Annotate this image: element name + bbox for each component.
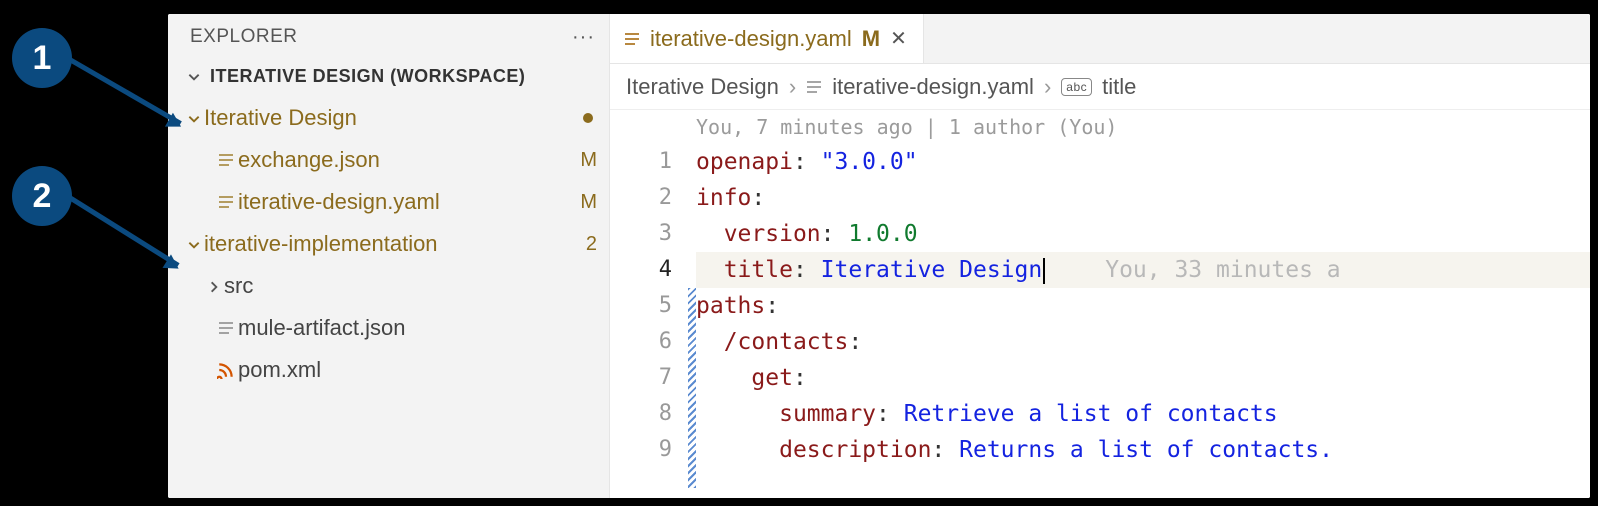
chevron-down-icon bbox=[184, 66, 204, 87]
code-line[interactable]: version: 1.0.0 bbox=[696, 216, 1590, 252]
code-line[interactable]: summary: Retrieve a list of contacts bbox=[696, 396, 1590, 432]
file-tree: Iterative Design exchange.json M iterati… bbox=[168, 93, 609, 391]
close-icon[interactable]: ✕ bbox=[890, 26, 907, 51]
code-line[interactable]: info: bbox=[696, 180, 1590, 216]
line-number: 6 bbox=[610, 324, 672, 360]
workspace-header[interactable]: ITERATIVE DESIGN (WORKSPACE) bbox=[168, 60, 609, 93]
tab-bar: iterative-design.yaml M ✕ bbox=[610, 14, 1590, 64]
breadcrumb-file[interactable]: iterative-design.yaml bbox=[832, 74, 1034, 100]
modified-marker: M bbox=[573, 191, 597, 214]
callout-badge-1: 1 bbox=[12, 28, 72, 88]
more-icon[interactable]: ··· bbox=[572, 26, 595, 49]
callout-arrow-2 bbox=[67, 194, 180, 267]
breadcrumb[interactable]: Iterative Design › iterative-design.yaml… bbox=[610, 64, 1590, 110]
line-gutter: 1 2 3 4 5 6 7 8 9 bbox=[610, 110, 688, 498]
tab-modified-marker: M bbox=[862, 26, 880, 52]
chevron-right-icon: › bbox=[789, 74, 796, 100]
file-label: iterative-design.yaml bbox=[238, 189, 573, 215]
folder-label: src bbox=[224, 273, 597, 299]
line-number: 8 bbox=[610, 396, 672, 432]
tab-iterative-design-yaml[interactable]: iterative-design.yaml M ✕ bbox=[610, 14, 924, 63]
chevron-down-icon bbox=[184, 231, 204, 257]
folder-label: Iterative Design bbox=[204, 105, 583, 131]
rss-icon bbox=[214, 361, 238, 379]
file-iterative-design-yaml[interactable]: iterative-design.yaml M bbox=[168, 181, 609, 223]
file-mule-artifact-json[interactable]: mule-artifact.json bbox=[168, 307, 609, 349]
breadcrumb-symbol[interactable]: title bbox=[1102, 74, 1136, 100]
tab-filename: iterative-design.yaml bbox=[650, 26, 852, 52]
file-label: mule-artifact.json bbox=[238, 315, 597, 341]
folder-iterative-design[interactable]: Iterative Design bbox=[168, 97, 609, 139]
code-line[interactable]: title: Iterative DesignYou, 33 minutes a bbox=[696, 252, 1590, 288]
folder-src[interactable]: src bbox=[168, 265, 609, 307]
app-frame: EXPLORER ··· ITERATIVE DESIGN (WORKSPACE… bbox=[168, 14, 1590, 498]
modified-marker: M bbox=[573, 149, 597, 172]
line-number: 9 bbox=[610, 432, 672, 468]
diff-gutter bbox=[688, 110, 696, 498]
line-number: 5 bbox=[610, 288, 672, 324]
lines-file-icon bbox=[624, 26, 640, 52]
file-label: pom.xml bbox=[238, 357, 597, 383]
line-number: 2 bbox=[610, 180, 672, 216]
chevron-down-icon bbox=[184, 105, 204, 131]
line-number: 7 bbox=[610, 360, 672, 396]
code-line[interactable]: get: bbox=[696, 360, 1590, 396]
editor-pane: iterative-design.yaml M ✕ Iterative Desi… bbox=[610, 14, 1590, 498]
inline-blame: You, 33 minutes a bbox=[1045, 257, 1340, 283]
chevron-right-icon: › bbox=[1044, 74, 1051, 100]
code-line[interactable]: openapi: "3.0.0" bbox=[696, 144, 1590, 180]
explorer-title: EXPLORER bbox=[190, 26, 297, 48]
lines-file-icon bbox=[806, 74, 822, 100]
change-count-marker: 2 bbox=[573, 233, 597, 256]
lines-file-icon bbox=[214, 321, 238, 335]
file-exchange-json[interactable]: exchange.json M bbox=[168, 139, 609, 181]
lines-file-icon bbox=[214, 195, 238, 209]
symbol-kind-icon: abc bbox=[1061, 78, 1092, 96]
callout-arrow-1 bbox=[67, 56, 182, 125]
file-label: exchange.json bbox=[238, 147, 573, 173]
modified-dot-icon bbox=[583, 113, 593, 123]
folder-iterative-implementation[interactable]: iterative-implementation 2 bbox=[168, 223, 609, 265]
workspace-label: ITERATIVE DESIGN (WORKSPACE) bbox=[210, 66, 525, 87]
lines-file-icon bbox=[214, 153, 238, 167]
callout-badge-2: 2 bbox=[12, 166, 72, 226]
blame-annotation: You, 7 minutes ago | 1 author (You) bbox=[696, 110, 1590, 144]
explorer-sidebar: EXPLORER ··· ITERATIVE DESIGN (WORKSPACE… bbox=[168, 14, 610, 498]
code-line[interactable]: /contacts: bbox=[696, 324, 1590, 360]
explorer-header: EXPLORER ··· bbox=[168, 14, 609, 60]
code-editor[interactable]: 1 2 3 4 5 6 7 8 9 You, 7 minutes ago | 1… bbox=[610, 110, 1590, 498]
breadcrumb-folder[interactable]: Iterative Design bbox=[626, 74, 779, 100]
line-number: 3 bbox=[610, 216, 672, 252]
code-area[interactable]: You, 7 minutes ago | 1 author (You) open… bbox=[696, 110, 1590, 498]
code-line[interactable]: description: Returns a list of contacts. bbox=[696, 432, 1590, 468]
line-number: 4 bbox=[610, 252, 672, 288]
chevron-right-icon bbox=[204, 273, 224, 299]
code-line[interactable]: paths: bbox=[696, 288, 1590, 324]
line-number: 1 bbox=[610, 144, 672, 180]
folder-label: iterative-implementation bbox=[204, 231, 573, 257]
file-pom-xml[interactable]: pom.xml bbox=[168, 349, 609, 391]
